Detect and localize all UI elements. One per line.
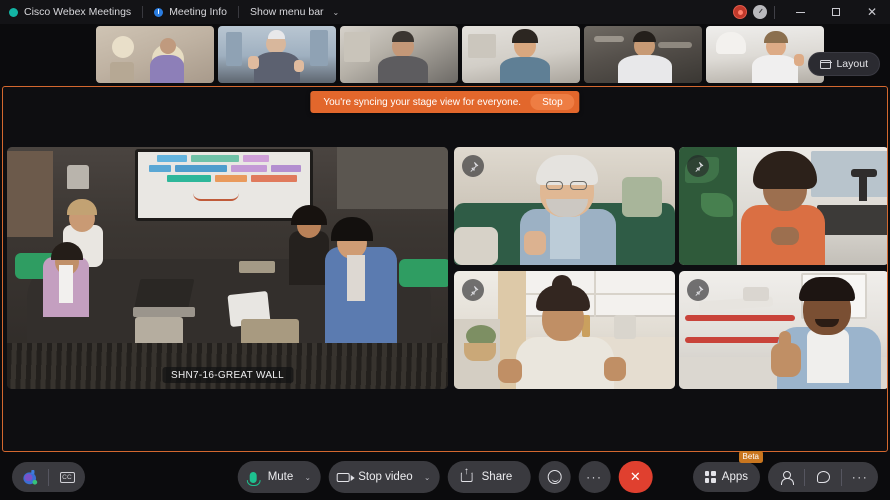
stop-video-button[interactable]: Stop video ⌄ bbox=[328, 461, 440, 493]
more-horizontal-icon: ··· bbox=[851, 470, 869, 484]
microphone-icon bbox=[242, 471, 264, 486]
maximize-icon bbox=[832, 8, 840, 16]
toolbar-right-group: Apps Beta ··· bbox=[692, 451, 878, 492]
participant-tile[interactable] bbox=[679, 147, 887, 265]
stop-sync-button[interactable]: Stop bbox=[530, 94, 575, 110]
app-title: Cisco Webex Meetings bbox=[0, 0, 140, 24]
stage-sync-message: You're syncing your stage view for every… bbox=[323, 96, 522, 108]
participant-scene bbox=[454, 271, 675, 389]
share-button[interactable]: Share bbox=[447, 461, 531, 493]
pin-icon[interactable] bbox=[687, 279, 709, 301]
pin-icon[interactable] bbox=[462, 155, 484, 177]
close-icon: ✕ bbox=[629, 469, 641, 484]
participant-tile[interactable] bbox=[454, 271, 675, 389]
webex-logo-icon bbox=[9, 7, 18, 17]
app-title-label: Cisco Webex Meetings bbox=[24, 6, 132, 18]
minimize-button[interactable] bbox=[782, 0, 818, 24]
reactions-smiley-icon bbox=[547, 470, 562, 484]
chevron-down-icon: ⌄ bbox=[332, 7, 340, 17]
title-bar: Cisco Webex Meetings Meeting Info Show m… bbox=[0, 0, 890, 24]
participants-icon bbox=[780, 471, 794, 485]
participant-tile[interactable] bbox=[454, 147, 675, 265]
toolbar-center-group: Mute ⌄ Stop video ⌄ Share ··· ✕ bbox=[237, 461, 653, 493]
thumb-scene bbox=[218, 25, 336, 83]
room-scene bbox=[7, 147, 448, 389]
thumb-scene bbox=[462, 25, 580, 83]
apps-label: Apps bbox=[721, 471, 748, 483]
participant-scene bbox=[679, 271, 887, 389]
show-menu-bar-label: Show menu bar bbox=[249, 6, 324, 18]
ai-assistant-icon bbox=[21, 468, 40, 487]
chat-icon bbox=[816, 471, 830, 483]
apps-button[interactable]: Apps Beta bbox=[692, 451, 763, 492]
mute-button[interactable]: Mute ⌄ bbox=[237, 461, 321, 493]
layout-button[interactable]: Layout bbox=[808, 52, 880, 76]
participants-button[interactable] bbox=[768, 462, 804, 492]
apps-grid-icon bbox=[704, 471, 716, 483]
record-indicator-icon[interactable] bbox=[733, 5, 747, 19]
panels-group: ··· bbox=[768, 462, 878, 492]
reactions-button[interactable] bbox=[538, 461, 571, 493]
thumb-scene bbox=[584, 25, 702, 83]
share-icon bbox=[456, 467, 478, 482]
participant-scene bbox=[454, 147, 675, 265]
title-divider-3 bbox=[774, 5, 775, 19]
filmstrip-thumbnail[interactable] bbox=[584, 25, 702, 83]
stop-video-label: Stop video bbox=[358, 471, 413, 483]
pin-icon[interactable] bbox=[687, 155, 709, 177]
more-panels-button[interactable]: ··· bbox=[842, 462, 878, 492]
info-icon bbox=[154, 7, 164, 17]
layout-button-label: Layout bbox=[836, 58, 868, 70]
filmstrip-thumbnail[interactable] bbox=[96, 25, 214, 83]
participant-filmstrip: Layout bbox=[0, 24, 890, 84]
close-button[interactable]: ✕ bbox=[854, 0, 890, 24]
mute-label: Mute bbox=[267, 471, 294, 483]
mute-options-chevron-icon[interactable]: ⌄ bbox=[299, 473, 316, 482]
filmstrip-thumbnail[interactable] bbox=[218, 25, 336, 83]
main-tile-name-badge: SHN7-16-GREAT WALL bbox=[161, 367, 294, 383]
thumb-scene bbox=[96, 25, 214, 83]
captions-icon: CC bbox=[59, 471, 75, 483]
video-grid: SHN7-16-GREAT WALL bbox=[7, 147, 887, 447]
layout-grid-icon bbox=[820, 59, 832, 69]
title-divider-2 bbox=[237, 6, 239, 18]
webex-meeting-window: Cisco Webex Meetings Meeting Info Show m… bbox=[0, 0, 890, 500]
main-video-tile[interactable]: SHN7-16-GREAT WALL bbox=[7, 147, 448, 389]
more-horizontal-icon: ··· bbox=[586, 470, 603, 484]
closed-captions-button[interactable]: CC bbox=[49, 462, 85, 492]
pin-icon[interactable] bbox=[462, 279, 484, 301]
camera-icon bbox=[332, 472, 355, 482]
meeting-toolbar: CC Mute ⌄ Stop video ⌄ Share ·· bbox=[0, 451, 890, 500]
window-controls-group: ✕ bbox=[730, 0, 890, 24]
thumb-scene bbox=[706, 25, 824, 83]
thumb-scene bbox=[340, 25, 458, 83]
toolbar-left-group: CC bbox=[12, 462, 85, 492]
chat-button[interactable] bbox=[805, 462, 841, 492]
share-label: Share bbox=[481, 471, 513, 483]
stage-area: You're syncing your stage view for every… bbox=[2, 86, 888, 452]
meeting-info-label: Meeting Info bbox=[169, 6, 227, 18]
meeting-timer-icon[interactable] bbox=[753, 5, 767, 19]
participant-tile[interactable] bbox=[679, 271, 887, 389]
maximize-button[interactable] bbox=[818, 0, 854, 24]
close-icon: ✕ bbox=[866, 5, 878, 19]
show-menu-bar-button[interactable]: Show menu bar ⌄ bbox=[241, 0, 348, 24]
title-divider-1 bbox=[142, 6, 144, 18]
participant-scene bbox=[679, 147, 887, 265]
video-options-chevron-icon[interactable]: ⌄ bbox=[419, 473, 436, 482]
leave-meeting-button[interactable]: ✕ bbox=[618, 461, 653, 493]
ai-assistant-button[interactable] bbox=[12, 462, 48, 492]
stage-sync-banner: You're syncing your stage view for every… bbox=[310, 91, 580, 113]
filmstrip-thumbnail[interactable] bbox=[340, 25, 458, 83]
more-options-button[interactable]: ··· bbox=[578, 461, 611, 493]
filmstrip-thumbnail[interactable] bbox=[462, 25, 580, 83]
minimize-icon bbox=[795, 11, 805, 13]
filmstrip-thumbnail[interactable] bbox=[706, 25, 824, 83]
meeting-info-button[interactable]: Meeting Info bbox=[145, 0, 236, 24]
beta-badge: Beta bbox=[738, 451, 763, 463]
